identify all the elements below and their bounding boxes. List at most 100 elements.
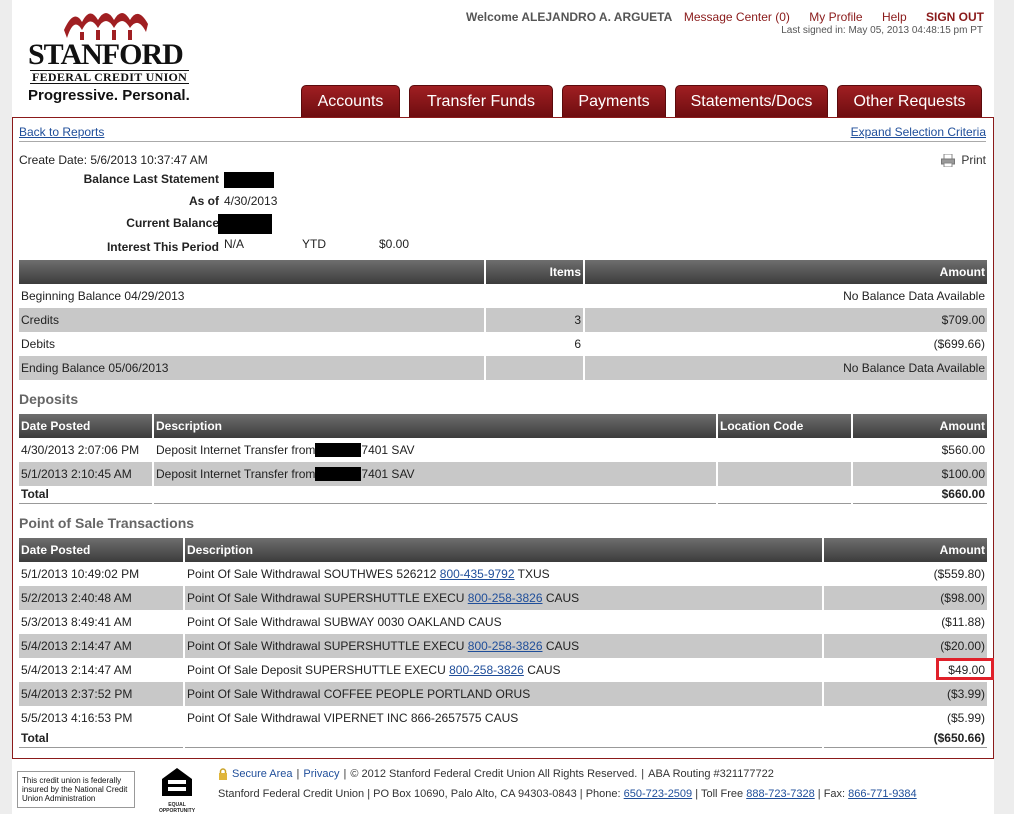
tab-accounts[interactable]: Accounts	[301, 85, 400, 118]
deposit-description: Deposit Internet Transfer from 7401 SAV	[153, 462, 718, 486]
table-row: 5/1/2013 10:49:02 PM Point Of Sale Withd…	[19, 562, 987, 586]
tab-transfer-funds[interactable]: Transfer Funds	[409, 85, 553, 118]
pos-phone-link[interactable]: 800-435-9792	[440, 567, 515, 581]
deposit-description-text: Deposit Internet Transfer from	[156, 442, 316, 457]
logo[interactable]: STANFORD FEDERAL CREDIT UNION Progressiv…	[28, 12, 198, 104]
summary-cell: Ending Balance 05/06/2013	[19, 356, 486, 380]
pos-merchant: Point Of Sale Deposit SUPERSHUTTLE EXECU	[187, 663, 446, 677]
ytd-value: $0.00	[379, 237, 410, 251]
equal-housing-label: EQUAL OPPORTUNITY LENDER	[158, 802, 196, 814]
pos-description: Point Of Sale Deposit SUPERSHUTTLE EXECU…	[184, 658, 824, 682]
interest-row: Interest This Period N/A YTD $0.00	[19, 237, 519, 258]
current-balance-label: Current Balance	[126, 216, 219, 230]
tollfree-link[interactable]: 888-723-7328	[746, 788, 815, 800]
tab-payments[interactable]: Payments	[562, 85, 666, 118]
pos-phone-link[interactable]: 800-258-3826	[468, 639, 543, 653]
summary-header-items: Items	[485, 260, 585, 284]
print-label: Print	[961, 153, 986, 167]
balance-last-statement-label: Balance Last Statement	[83, 172, 219, 186]
equal-housing-lender-badge: EQUAL OPPORTUNITY LENDER	[158, 765, 196, 814]
table-row: Credits 3 $709.00	[19, 308, 987, 332]
table-row: 5/2/2013 2:40:48 AM Point Of Sale Withdr…	[19, 586, 987, 610]
footer-separator: |	[296, 768, 300, 780]
footer-line-2: Stanford Federal Credit Union | PO Box 1…	[218, 788, 917, 800]
redacted-account	[315, 443, 362, 458]
logo-subtitle: FEDERAL CREDIT UNION	[30, 70, 190, 84]
summary-header-blank	[19, 260, 486, 284]
lock-icon	[219, 768, 227, 780]
pos-header-description: Description	[184, 538, 824, 562]
deposit-account-suffix: 7401 SAV	[361, 442, 415, 457]
print-button[interactable]: Print	[941, 153, 986, 167]
summary-cell	[485, 356, 585, 380]
deposit-date: 5/1/2013 2:10:45 AM	[19, 462, 154, 486]
deposits-total-row: Total $660.00	[19, 486, 987, 504]
tab-other-requests[interactable]: Other Requests	[837, 85, 982, 118]
pos-total-label: Total	[19, 730, 185, 748]
pos-description: Point Of Sale Withdrawal COFFEE PEOPLE P…	[184, 682, 824, 706]
create-date: Create Date: 5/6/2013 10:37:47 AM	[19, 153, 208, 167]
pos-amount: ($20.00)	[823, 634, 987, 658]
pos-amount: ($11.88)	[941, 615, 985, 629]
table-row: 5/4/2013 2:37:52 PM Point Of Sale Withdr…	[19, 682, 987, 706]
summary-cell: No Balance Data Available	[843, 289, 985, 303]
expand-selection-criteria-link[interactable]: Expand Selection Criteria	[851, 125, 986, 139]
pos-date: 5/5/2013 4:16:53 PM	[19, 706, 185, 730]
back-to-reports-link[interactable]: Back to Reports	[19, 125, 104, 139]
table-row: Ending Balance 05/06/2013 No Balance Dat…	[19, 356, 987, 380]
summary-cell: 3	[485, 308, 585, 332]
table-row: Debits 6 ($699.66)	[19, 332, 987, 356]
empty-cell	[184, 730, 824, 748]
fax-link[interactable]: 866-771-9384	[848, 788, 917, 800]
pos-amount: ($559.80)	[933, 567, 985, 581]
table-row: 5/4/2013 2:14:47 AM Point Of Sale Deposi…	[19, 658, 987, 682]
secure-area-link[interactable]: Secure Area	[232, 768, 293, 780]
message-center-link[interactable]: Message Center (0)	[684, 10, 790, 24]
tab-statements-docs[interactable]: Statements/Docs	[675, 85, 828, 118]
top-links: Message Center (0) My Profile Help SIGN …	[668, 10, 984, 24]
pos-phone-link[interactable]: 800-258-3826	[468, 591, 543, 605]
pos-heading: Point of Sale Transactions	[19, 515, 195, 531]
deposit-date: 4/30/2013 2:07:06 PM	[19, 438, 154, 462]
privacy-link[interactable]: Privacy	[303, 768, 339, 780]
fax-label: | Fax:	[817, 788, 846, 800]
deposit-location	[717, 462, 853, 486]
pos-total-row: Total ($650.66)	[19, 730, 987, 748]
pos-amount: ($98.00)	[823, 586, 987, 610]
deposit-description-text: Deposit Internet Transfer from	[156, 466, 316, 481]
redacted-account	[315, 467, 362, 482]
deposits-total-amount: $660.00	[852, 486, 987, 504]
pos-date: 5/4/2013 2:14:47 AM	[19, 658, 185, 682]
current-balance-row: Current Balance	[19, 214, 419, 234]
redacted-balance	[224, 172, 274, 188]
deposit-location	[717, 438, 853, 462]
divider	[19, 141, 986, 142]
pos-date: 5/3/2013 8:49:41 AM	[19, 610, 185, 634]
logo-name: STANFORD	[28, 38, 184, 71]
summary-cell: Debits	[19, 332, 486, 356]
summary-cell: $709.00	[584, 308, 987, 332]
help-link[interactable]: Help	[882, 10, 907, 24]
address-text: Stanford Federal Credit Union | PO Box 1…	[218, 788, 621, 800]
deposits-header-description: Description	[153, 414, 718, 438]
pos-region: CAUS	[545, 591, 580, 605]
sign-out-link[interactable]: SIGN OUT	[926, 10, 984, 24]
as-of-value: 4/30/2013	[224, 194, 278, 208]
pos-table: Date Posted Description Amount 5/1/2013 …	[19, 538, 987, 748]
pos-phone-link[interactable]: 800-258-3826	[449, 663, 524, 677]
phone-link[interactable]: 650-723-2509	[624, 788, 693, 800]
my-profile-link[interactable]: My Profile	[809, 10, 862, 24]
printer-icon	[941, 153, 956, 167]
table-row: 5/3/2013 8:49:41 AM Point Of Sale Withdr…	[19, 610, 987, 634]
logo-tagline: Progressive. Personal.	[28, 87, 190, 104]
deposits-header-date: Date Posted	[19, 414, 154, 438]
deposits-header-amount: Amount	[852, 414, 987, 438]
pos-merchant: Point Of Sale Withdrawal SOUTHWES 526212	[187, 567, 437, 581]
pos-merchant: Point Of Sale Withdrawal SUPERSHUTTLE EX…	[187, 591, 465, 605]
ncua-badge: This credit union is federally insured b…	[17, 771, 135, 808]
pos-description: Point Of Sale Withdrawal SUBWAY 0030 OAK…	[184, 610, 824, 634]
equal-housing-icon	[158, 765, 196, 799]
pos-description: Point Of Sale Withdrawal SUPERSHUTTLE EX…	[184, 634, 824, 658]
deposits-heading: Deposits	[19, 391, 79, 407]
pos-region: CAUS	[545, 639, 580, 653]
